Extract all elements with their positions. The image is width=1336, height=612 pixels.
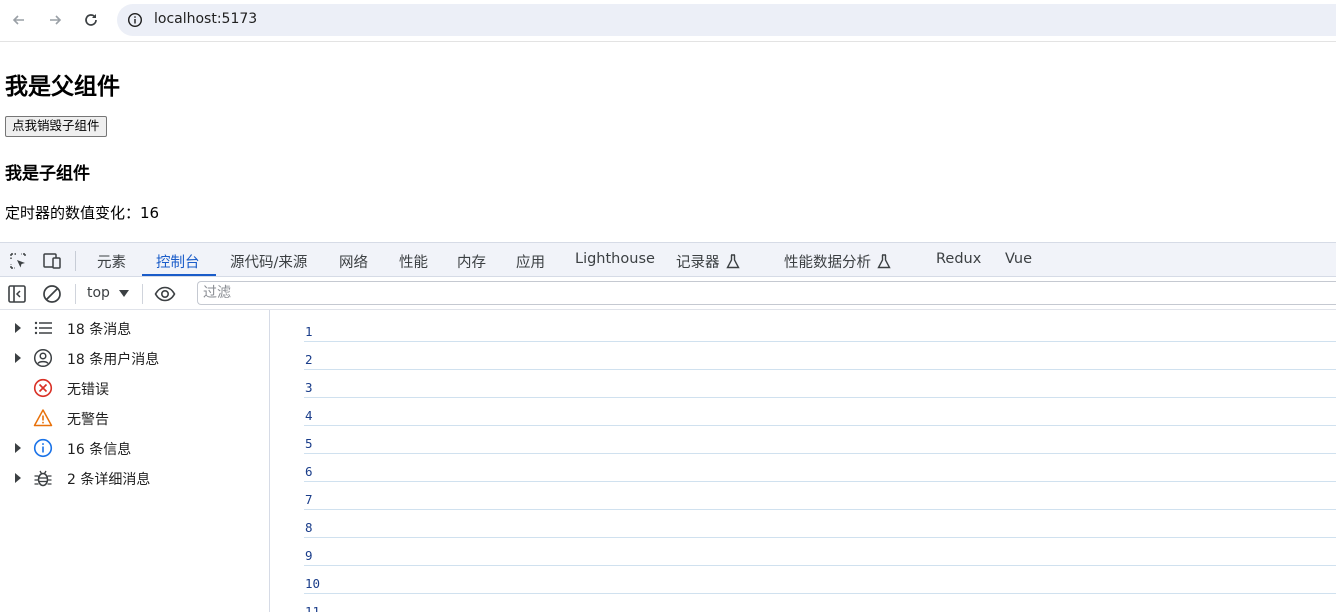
back-button[interactable] bbox=[7, 8, 31, 32]
tab-memory[interactable]: 内存 bbox=[457, 251, 486, 272]
message-text: 8 bbox=[305, 520, 313, 535]
tab-recorder-label: 记录器 bbox=[676, 255, 720, 271]
message-text: 1 bbox=[305, 324, 313, 339]
user-icon bbox=[33, 348, 53, 368]
console-toolbar: top bbox=[0, 277, 1336, 310]
bug-icon bbox=[34, 470, 52, 487]
sidebar-item-messages[interactable]: 18 条消息 bbox=[0, 313, 270, 343]
arrow-left-icon bbox=[12, 15, 24, 25]
browser-toolbar: localhost:5173 bbox=[0, 0, 1336, 42]
sidebar-item-info[interactable]: 16 条信息 bbox=[0, 433, 270, 463]
warning-icon bbox=[33, 409, 53, 427]
tab-recorder[interactable]: 记录器 bbox=[676, 251, 740, 272]
timer-text: 定时器的数值变化：16 bbox=[5, 204, 160, 222]
sidebar-item-label: 2 条详细消息 bbox=[67, 472, 151, 488]
tab-application[interactable]: 应用 bbox=[516, 251, 545, 272]
message-text: 2 bbox=[305, 352, 313, 367]
console-message[interactable]: 2 bbox=[304, 342, 1336, 370]
context-selector[interactable]: top bbox=[87, 285, 110, 301]
console-message[interactable]: 6 bbox=[304, 454, 1336, 482]
sidebar-item-user-messages[interactable]: 18 条用户消息 bbox=[0, 343, 270, 373]
address-bar[interactable]: localhost:5173 bbox=[117, 4, 1336, 36]
tab-sources[interactable]: 源代码/来源 bbox=[230, 251, 307, 272]
console-message[interactable]: 1 bbox=[304, 314, 1336, 342]
filter-input[interactable] bbox=[198, 282, 1336, 304]
devtools-tab-bar: 元素 控制台 源代码/来源 网络 性能 内存 应用 Lighthouse 记录器… bbox=[0, 242, 1336, 277]
dropdown-arrow-icon[interactable] bbox=[119, 290, 129, 297]
console-message[interactable]: 4 bbox=[304, 398, 1336, 426]
sidebar-item-warnings[interactable]: 无警告 bbox=[0, 403, 270, 433]
expand-arrow-icon[interactable] bbox=[15, 323, 21, 333]
console-message[interactable]: 9 bbox=[304, 538, 1336, 566]
sidebar-item-label: 18 条用户消息 bbox=[67, 352, 160, 368]
toolbar-divider bbox=[75, 284, 76, 304]
console-message[interactable]: 3 bbox=[304, 370, 1336, 398]
message-text: 7 bbox=[305, 492, 313, 507]
flask-icon bbox=[877, 254, 891, 269]
reload-button[interactable] bbox=[79, 8, 103, 32]
eye-icon[interactable] bbox=[154, 283, 176, 305]
page-content: 我是父组件 点我销毁子组件 我是子组件 定时器的数值变化：16 bbox=[0, 43, 1336, 242]
arrow-right-icon bbox=[50, 15, 62, 25]
tab-console[interactable]: 控制台 bbox=[156, 251, 200, 272]
filter-field[interactable] bbox=[197, 281, 1336, 305]
console-message[interactable]: 10 bbox=[304, 566, 1336, 594]
device-toolbar-icon[interactable] bbox=[42, 251, 62, 271]
console-sidebar: 18 条消息 18 条用户消息 无错误 无警告 16 条信息 2 条详细消息 bbox=[0, 310, 270, 612]
sidebar-item-label: 无错误 bbox=[67, 382, 109, 398]
tab-redux[interactable]: Redux bbox=[936, 251, 981, 267]
message-text: 3 bbox=[305, 380, 313, 395]
message-text: 5 bbox=[305, 436, 313, 451]
console-message[interactable]: 5 bbox=[304, 426, 1336, 454]
tab-vue[interactable]: Vue bbox=[1005, 251, 1032, 267]
list-icon bbox=[34, 321, 52, 335]
console-message[interactable]: 7 bbox=[304, 482, 1336, 510]
tab-network[interactable]: 网络 bbox=[339, 251, 368, 272]
tab-elements[interactable]: 元素 bbox=[97, 251, 126, 272]
message-text: 4 bbox=[305, 408, 313, 423]
message-text: 9 bbox=[305, 548, 313, 563]
console-message[interactable]: 8 bbox=[304, 510, 1336, 538]
site-info-icon[interactable] bbox=[127, 12, 143, 28]
message-text: 11 bbox=[305, 604, 321, 612]
expand-arrow-icon[interactable] bbox=[15, 353, 21, 363]
sidebar-item-errors[interactable]: 无错误 bbox=[0, 373, 270, 403]
tab-performance-insights[interactable]: 性能数据分析 bbox=[784, 251, 891, 272]
sidebar-toggle-icon[interactable] bbox=[6, 283, 28, 305]
info-icon bbox=[33, 438, 53, 458]
tab-performance[interactable]: 性能 bbox=[399, 251, 428, 272]
tab-performance-insights-label: 性能数据分析 bbox=[784, 255, 871, 271]
toolbar-divider bbox=[75, 251, 76, 271]
error-icon bbox=[33, 378, 53, 398]
toolbar-divider bbox=[142, 284, 143, 304]
expand-arrow-icon[interactable] bbox=[15, 473, 21, 483]
sidebar-item-label: 18 条消息 bbox=[67, 322, 132, 338]
reload-icon bbox=[85, 14, 97, 26]
url-text[interactable]: localhost:5173 bbox=[154, 11, 257, 27]
message-text: 10 bbox=[305, 576, 321, 591]
message-text: 6 bbox=[305, 464, 313, 479]
sidebar-item-label: 16 条信息 bbox=[67, 442, 132, 458]
active-tab-indicator bbox=[142, 274, 216, 276]
destroy-child-button[interactable]: 点我销毁子组件 bbox=[5, 116, 107, 137]
inspect-element-icon[interactable] bbox=[8, 251, 28, 271]
console-messages: 1 2 3 4 5 6 7 8 9 10 11 bbox=[270, 310, 1336, 612]
sidebar-item-verbose[interactable]: 2 条详细消息 bbox=[0, 463, 270, 493]
flask-icon bbox=[725, 254, 740, 269]
clear-console-icon[interactable] bbox=[41, 283, 63, 305]
tab-lighthouse[interactable]: Lighthouse bbox=[575, 251, 655, 267]
child-heading: 我是子组件 bbox=[5, 164, 90, 184]
console-message[interactable]: 11 bbox=[304, 594, 1336, 612]
sidebar-item-label: 无警告 bbox=[67, 412, 109, 428]
parent-heading: 我是父组件 bbox=[5, 74, 120, 100]
forward-button[interactable] bbox=[43, 8, 67, 32]
expand-arrow-icon[interactable] bbox=[15, 443, 21, 453]
